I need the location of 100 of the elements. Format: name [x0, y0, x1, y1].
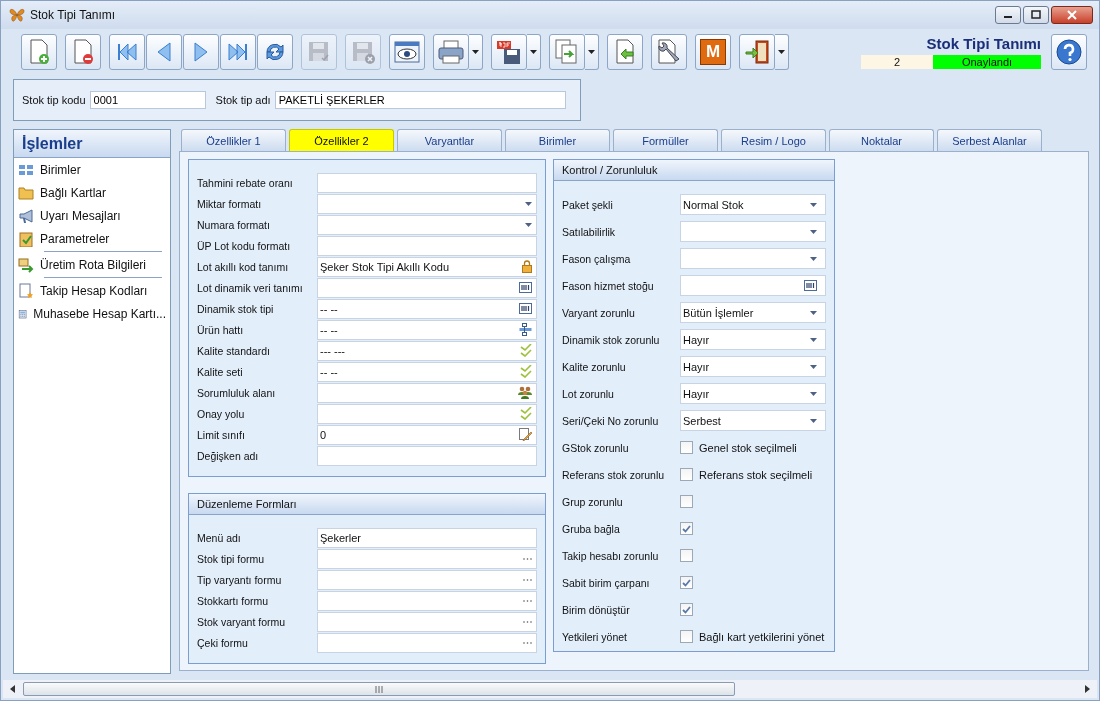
menu-caret-button[interactable]: [469, 34, 483, 70]
dropdown-arrow-icon[interactable]: [810, 229, 817, 234]
menu-caret-button[interactable]: [585, 34, 599, 70]
tab[interactable]: Varyantlar: [397, 129, 502, 151]
dropdown-field[interactable]: [680, 248, 826, 269]
refresh-button[interactable]: [257, 34, 293, 70]
sidebar-item[interactable]: Üretim Rota Bilgileri: [14, 253, 170, 276]
tab[interactable]: Noktalar: [829, 129, 934, 151]
sidebar-item[interactable]: Birimler: [14, 158, 170, 181]
dropdown-arrow-icon[interactable]: [810, 337, 817, 342]
sidebar-item[interactable]: Takip Hesap Kodları: [14, 279, 170, 302]
ellipsis-icon[interactable]: [523, 557, 532, 560]
export-button[interactable]: [549, 34, 585, 70]
input-field[interactable]: [317, 611, 537, 632]
checkbox[interactable]: [680, 603, 693, 616]
input-field[interactable]: [317, 172, 537, 193]
ellipsis-icon[interactable]: [523, 578, 532, 581]
input-field[interactable]: [317, 235, 537, 256]
scroll-right-icon[interactable]: [1083, 685, 1091, 693]
ellipsis-icon[interactable]: [523, 641, 532, 644]
input-field[interactable]: [317, 277, 537, 298]
horizontal-scrollbar[interactable]: [3, 680, 1097, 698]
checkbox[interactable]: [680, 468, 693, 481]
hierarchy-icon[interactable]: [519, 323, 532, 336]
input-field[interactable]: [317, 445, 537, 466]
text-field[interactable]: 0001: [89, 91, 206, 109]
dropdown-field[interactable]: Bütün İşlemler: [680, 302, 826, 323]
checkbox[interactable]: [680, 441, 693, 454]
tools-button[interactable]: [651, 34, 687, 70]
dropdown-field[interactable]: [317, 193, 537, 214]
barcode-icon[interactable]: [804, 280, 817, 291]
input-field[interactable]: -- --: [317, 319, 537, 340]
input-field[interactable]: --- ---: [317, 340, 537, 361]
edit-note-icon[interactable]: [519, 428, 532, 441]
dropdown-arrow-icon[interactable]: [810, 391, 817, 396]
dropdown-arrow-icon[interactable]: [525, 222, 532, 227]
last-button[interactable]: [220, 34, 256, 70]
sidebar-item[interactable]: Bağlı Kartlar: [14, 181, 170, 204]
input-field[interactable]: [317, 569, 537, 590]
checkbox[interactable]: [680, 576, 693, 589]
dropdown-field[interactable]: [680, 221, 826, 242]
menu-caret-button[interactable]: [775, 34, 789, 70]
check-icon[interactable]: [520, 407, 532, 420]
dropdown-field[interactable]: Hayır: [680, 383, 826, 404]
first-button[interactable]: [109, 34, 145, 70]
import-button[interactable]: [607, 34, 643, 70]
menu-caret-button[interactable]: [527, 34, 541, 70]
new-button[interactable]: [21, 34, 57, 70]
tab[interactable]: Formüller: [613, 129, 718, 151]
input-field[interactable]: [317, 632, 537, 653]
tab[interactable]: Özellikler 1: [181, 129, 286, 151]
close-button[interactable]: [1051, 6, 1093, 24]
print-button[interactable]: [433, 34, 469, 70]
minimize-button[interactable]: [995, 6, 1021, 24]
people-icon[interactable]: [518, 386, 532, 399]
checkbox[interactable]: [680, 522, 693, 535]
tab[interactable]: Serbest Alanlar: [937, 129, 1042, 151]
input-field[interactable]: Şekerler: [317, 527, 537, 548]
input-field[interactable]: 0: [317, 424, 537, 445]
checkbox[interactable]: [680, 630, 693, 643]
maximize-button[interactable]: [1023, 6, 1049, 24]
exit-button[interactable]: [739, 34, 775, 70]
dropdown-arrow-icon[interactable]: [810, 418, 817, 423]
checkbox[interactable]: [680, 549, 693, 562]
dropdown-arrow-icon[interactable]: [810, 202, 817, 207]
text-field[interactable]: PAKETLİ ŞEKERLER: [274, 91, 566, 109]
input-field[interactable]: -- --: [317, 361, 537, 382]
input-field[interactable]: [317, 403, 537, 424]
lock-icon[interactable]: [522, 260, 532, 273]
dropdown-arrow-icon[interactable]: [810, 256, 817, 261]
sidebar-item[interactable]: Parametreler: [14, 227, 170, 250]
scroll-left-icon[interactable]: [9, 685, 17, 693]
previous-button[interactable]: [146, 34, 182, 70]
barcode-icon[interactable]: [519, 303, 532, 314]
dropdown-arrow-icon[interactable]: [810, 364, 817, 369]
dropdown-field[interactable]: Hayır: [680, 356, 826, 377]
barcode-icon[interactable]: [519, 282, 532, 293]
dropdown-field[interactable]: Hayır: [680, 329, 826, 350]
check-icon[interactable]: [520, 365, 532, 378]
input-field[interactable]: [317, 382, 537, 403]
checkbox[interactable]: [680, 495, 693, 508]
ellipsis-icon[interactable]: [523, 620, 532, 623]
tab[interactable]: Birimler: [505, 129, 610, 151]
dropdown-field[interactable]: Normal Stok: [680, 194, 826, 215]
tab[interactable]: Özellikler 2: [289, 129, 394, 151]
tab[interactable]: Resim / Logo: [721, 129, 826, 151]
dropdown-arrow-icon[interactable]: [525, 201, 532, 206]
next-button[interactable]: [183, 34, 219, 70]
help-button[interactable]: [1051, 34, 1087, 70]
pdf-button[interactable]: [491, 34, 527, 70]
input-field[interactable]: -- --: [317, 298, 537, 319]
sidebar-item[interactable]: Uyarı Mesajları: [14, 204, 170, 227]
input-field[interactable]: [317, 590, 537, 611]
input-field[interactable]: [317, 548, 537, 569]
preview-button[interactable]: [389, 34, 425, 70]
dropdown-arrow-icon[interactable]: [810, 310, 817, 315]
dropdown-field[interactable]: Serbest: [680, 410, 826, 431]
ellipsis-icon[interactable]: [523, 599, 532, 602]
input-field[interactable]: [680, 275, 826, 296]
check-icon[interactable]: [520, 344, 532, 357]
